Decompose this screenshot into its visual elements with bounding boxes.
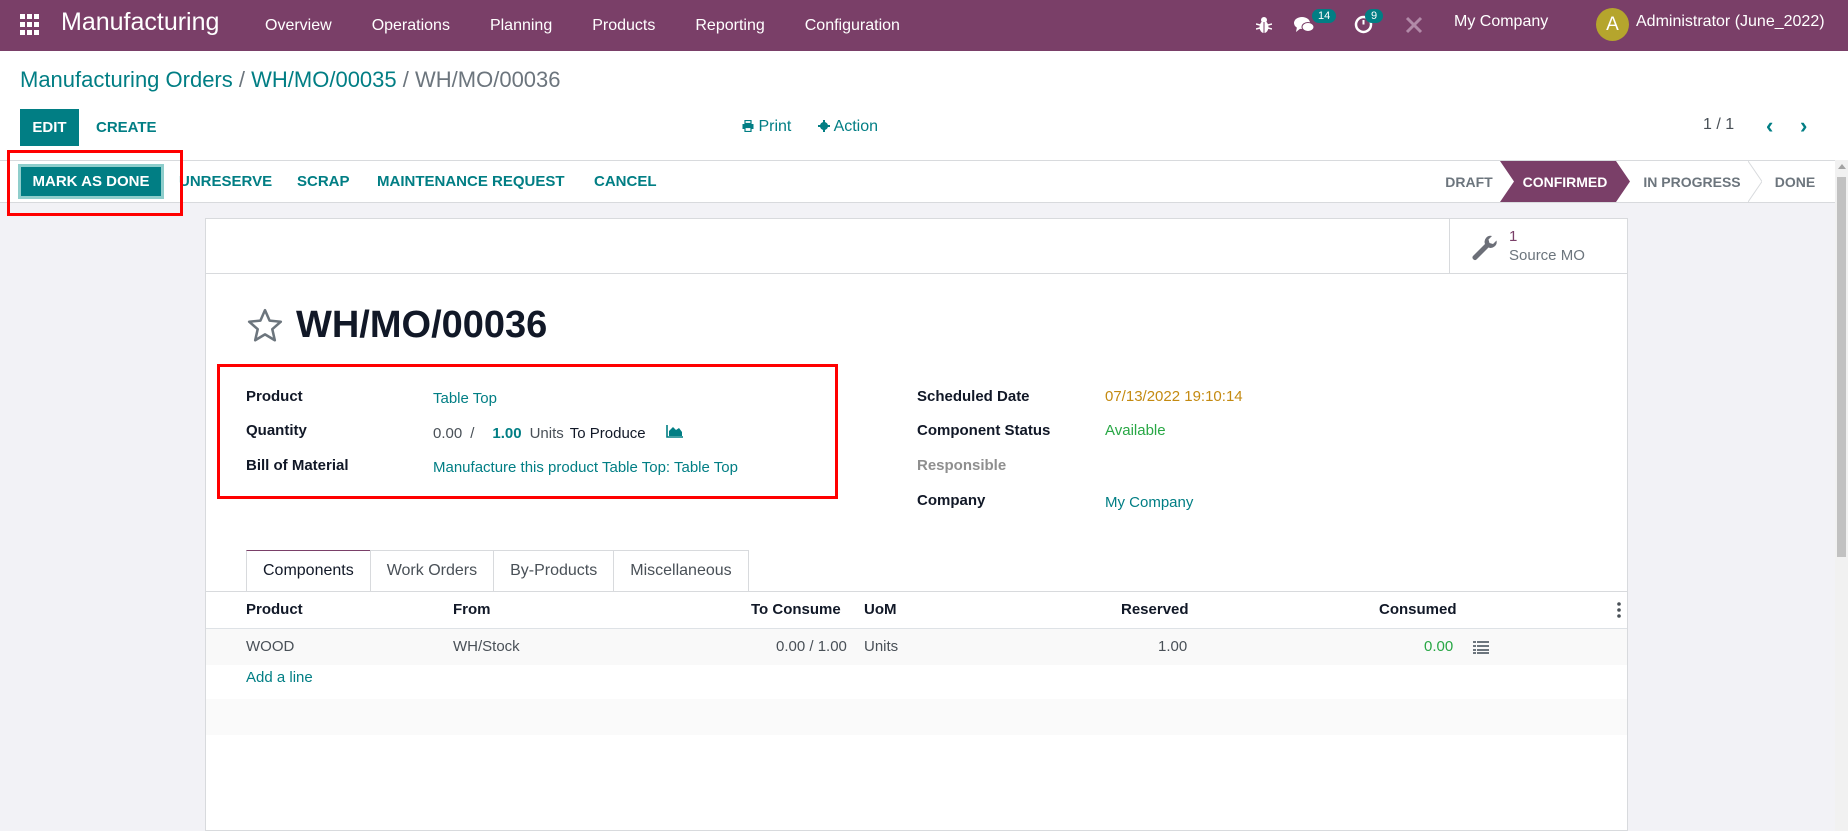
column-consumed[interactable]: Consumed	[1379, 601, 1457, 618]
print-label: Print	[758, 118, 792, 135]
scheduled-date-field[interactable]: 07/13/2022 19:10:14	[1105, 388, 1243, 405]
create-button[interactable]: CREATE	[96, 109, 157, 146]
add-a-line-link[interactable]: Add a line	[246, 669, 313, 686]
column-product[interactable]: Product	[246, 601, 303, 618]
notebook-tabs: Components Work Orders By-Products Misce…	[246, 550, 749, 591]
user-avatar[interactable]: A	[1596, 8, 1629, 41]
scroll-thumb[interactable]	[1837, 177, 1846, 557]
column-reserved[interactable]: Reserved	[1121, 601, 1189, 618]
pager-previous-icon[interactable]: ‹	[1766, 113, 1773, 139]
cell-consumed: 0.00	[1424, 638, 1454, 655]
breadcrumb-separator: /	[238, 67, 246, 92]
menu-overview[interactable]: Overview	[265, 17, 332, 35]
stage-in-progress[interactable]: IN PROGRESS	[1636, 161, 1748, 202]
pager-next-icon[interactable]: ›	[1800, 113, 1807, 139]
status-bar: MARK AS DONE UNRESERVE SCRAP MAINTENANCE…	[0, 160, 1840, 203]
components-table-header: Product From To Consume UoM Reserved Con…	[206, 592, 1627, 629]
stage-done[interactable]: DONE	[1760, 161, 1830, 202]
action-label: Action	[833, 118, 879, 135]
cell-uom: Units	[864, 638, 899, 655]
star-icon[interactable]	[246, 307, 284, 345]
highlight-mark-as-done	[7, 150, 183, 216]
main-menu: Overview Operations Planning Products Re…	[265, 0, 940, 51]
cell-reserved: 1.00	[1158, 638, 1188, 655]
optional-columns-icon[interactable]	[1617, 602, 1621, 618]
empty-row	[206, 699, 1627, 735]
record-title: WH/MO/00036	[296, 304, 548, 346]
unreserve-button[interactable]: UNRESERVE	[179, 161, 272, 202]
breadcrumb-parent-mo[interactable]: WH/MO/00035	[251, 67, 397, 92]
source-mo-label: Source MO	[1509, 247, 1585, 264]
table-row[interactable]: WOOD WH/Stock 0.00 / 1.00 Units 1.00 0.0…	[206, 629, 1627, 665]
cell-from: WH/Stock	[453, 638, 520, 655]
gear-icon	[818, 120, 830, 132]
company-field[interactable]: My Company	[1105, 494, 1193, 511]
column-from[interactable]: From	[453, 601, 491, 618]
menu-configuration[interactable]: Configuration	[805, 17, 900, 35]
component-status-label: Component Status	[917, 422, 1051, 439]
edit-button[interactable]: EDIT	[20, 109, 79, 146]
menu-planning[interactable]: Planning	[490, 17, 552, 35]
detailed-operations-list-icon[interactable]	[1473, 640, 1489, 654]
print-button[interactable]: Print	[742, 118, 791, 136]
breadcrumb-manufacturing-orders[interactable]: Manufacturing Orders	[20, 67, 233, 92]
stage-confirmed[interactable]: CONFIRMED	[1500, 161, 1630, 202]
tools-icon[interactable]	[1405, 16, 1423, 34]
responsible-field[interactable]	[1105, 453, 1405, 477]
activities-badge: 9	[1365, 9, 1384, 23]
breadcrumb: Manufacturing Orders / WH/MO/00035 / WH/…	[20, 67, 561, 93]
page-scrollbar[interactable]	[1835, 160, 1848, 831]
title-row: WH/MO/00036	[246, 304, 547, 347]
cell-product: WOOD	[246, 638, 295, 655]
company-switcher[interactable]: My Company	[1454, 13, 1548, 31]
menu-products[interactable]: Products	[592, 17, 655, 35]
breadcrumb-separator: /	[402, 67, 409, 92]
user-menu[interactable]: Administrator (June_2022)	[1636, 13, 1825, 31]
scroll-up-arrow-icon[interactable]	[1838, 164, 1846, 169]
responsible-label: Responsible	[917, 457, 1007, 474]
column-uom[interactable]: UoM	[864, 601, 897, 618]
form-sheet: 1 Source MO WH/MO/00036 Product Table To…	[205, 218, 1628, 831]
debug-bug-icon[interactable]	[1256, 16, 1272, 34]
tab-components[interactable]: Components	[246, 550, 371, 591]
cell-to-consume: 0.00 / 1.00	[776, 638, 847, 655]
company-label: Company	[917, 492, 986, 509]
source-mo-smart-button[interactable]: 1 Source MO	[1449, 219, 1627, 274]
maintenance-request-button[interactable]: MAINTENANCE REQUEST	[377, 161, 565, 202]
messages-badge: 14	[1312, 9, 1337, 23]
smart-button-box: 1 Source MO	[206, 219, 1627, 274]
wrench-icon	[1472, 235, 1497, 260]
pager-value[interactable]: 1 / 1	[1703, 116, 1734, 134]
top-navbar: Manufacturing Overview Operations Planni…	[0, 0, 1848, 51]
app-name[interactable]: Manufacturing	[61, 8, 219, 37]
action-button[interactable]: Action	[818, 118, 878, 136]
highlight-product-fields	[217, 364, 838, 499]
control-panel: Manufacturing Orders / WH/MO/00035 / WH/…	[0, 51, 1848, 160]
stage-draft[interactable]: DRAFT	[1430, 161, 1508, 202]
component-status-value: Available	[1105, 422, 1166, 439]
menu-reporting[interactable]: Reporting	[695, 17, 764, 35]
cancel-button[interactable]: CANCEL	[594, 161, 657, 202]
print-icon	[742, 119, 754, 133]
scrap-button[interactable]: SCRAP	[297, 161, 350, 202]
tab-by-products[interactable]: By-Products	[493, 550, 615, 591]
column-to-consume[interactable]: To Consume	[751, 601, 841, 618]
source-mo-count: 1	[1509, 228, 1518, 245]
menu-operations[interactable]: Operations	[372, 17, 450, 35]
tab-work-orders[interactable]: Work Orders	[369, 550, 495, 591]
tab-miscellaneous[interactable]: Miscellaneous	[613, 550, 749, 591]
breadcrumb-current: WH/MO/00036	[415, 67, 561, 92]
scheduled-date-label: Scheduled Date	[917, 388, 1030, 405]
apps-menu-icon[interactable]	[20, 14, 42, 36]
